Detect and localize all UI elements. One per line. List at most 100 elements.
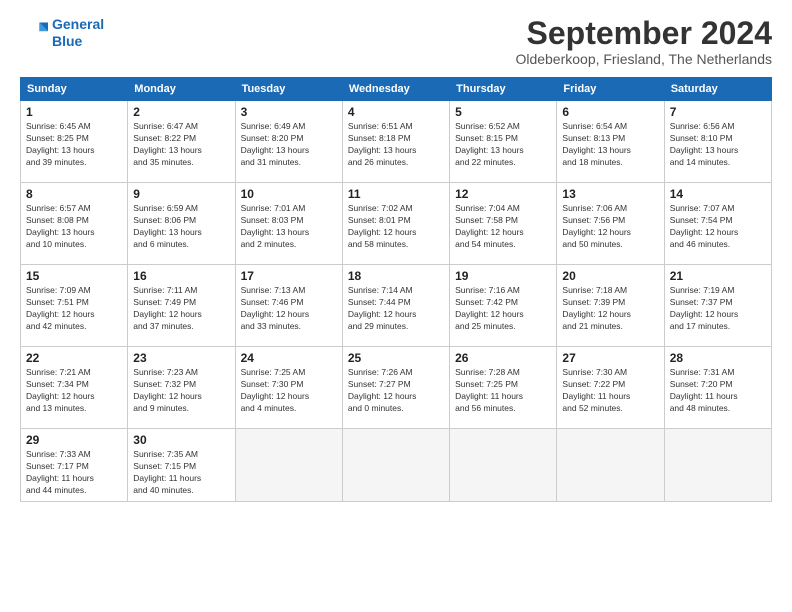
day-number: 29 bbox=[26, 433, 122, 447]
table-row: 27Sunrise: 7:30 AM Sunset: 7:22 PM Dayli… bbox=[557, 347, 664, 429]
table-row: 29 Sunrise: 7:33 AM Sunset: 7:17 PM Dayli… bbox=[21, 429, 128, 502]
day-info: Sunrise: 7:14 AM Sunset: 7:44 PM Dayligh… bbox=[348, 285, 444, 333]
day-number: 12 bbox=[455, 187, 551, 201]
col-monday: Monday bbox=[128, 78, 235, 101]
day-number: 4 bbox=[348, 105, 444, 119]
table-row: 15Sunrise: 7:09 AM Sunset: 7:51 PM Dayli… bbox=[21, 265, 128, 347]
day-number: 7 bbox=[670, 105, 766, 119]
table-row: 26 Sunrise: 7:28 AM Sunset: 7:25 PM Dayli… bbox=[450, 347, 557, 429]
logo-line2: Blue bbox=[52, 33, 82, 49]
day-info: Sunrise: 7:18 AM Sunset: 7:39 PM Dayligh… bbox=[562, 285, 658, 333]
day-info: Sunrise: 6:59 AM Sunset: 8:06 PM Dayligh… bbox=[133, 203, 229, 251]
day-number: 10 bbox=[241, 187, 337, 201]
day-number: 22 bbox=[26, 351, 122, 365]
day-number: 21 bbox=[670, 269, 766, 283]
day-number: 19 bbox=[455, 269, 551, 283]
table-row: 6 Sunrise: 6:54 AM Sunset: 8:13 PM Daylig… bbox=[557, 101, 664, 183]
col-friday: Friday bbox=[557, 78, 664, 101]
table-row bbox=[664, 429, 771, 502]
day-info: Sunrise: 7:35 AM Sunset: 7:15 PM Dayligh… bbox=[133, 449, 229, 497]
col-thursday: Thursday bbox=[450, 78, 557, 101]
table-row bbox=[450, 429, 557, 502]
day-number: 11 bbox=[348, 187, 444, 201]
day-number: 5 bbox=[455, 105, 551, 119]
day-info: Sunrise: 6:52 AM Sunset: 8:15 PM Dayligh… bbox=[455, 121, 551, 169]
day-info: Sunrise: 7:19 AM Sunset: 7:37 PM Dayligh… bbox=[670, 285, 766, 333]
day-number: 20 bbox=[562, 269, 658, 283]
day-number: 24 bbox=[241, 351, 337, 365]
table-row: 16 Sunrise: 7:11 AM Sunset: 7:49 PM Dayli… bbox=[128, 265, 235, 347]
day-info: Sunrise: 7:33 AM Sunset: 7:17 PM Dayligh… bbox=[26, 449, 122, 497]
day-info: Sunrise: 6:45 AM Sunset: 8:25 PM Dayligh… bbox=[26, 121, 122, 169]
day-number: 30 bbox=[133, 433, 229, 447]
day-info: Sunrise: 6:57 AM Sunset: 8:08 PM Dayligh… bbox=[26, 203, 122, 251]
table-row: 4 Sunrise: 6:51 AM Sunset: 8:18 PM Daylig… bbox=[342, 101, 449, 183]
day-info: Sunrise: 7:04 AM Sunset: 7:58 PM Dayligh… bbox=[455, 203, 551, 251]
logo-line1: General bbox=[52, 16, 104, 32]
table-row: 25Sunrise: 7:26 AM Sunset: 7:27 PM Dayli… bbox=[342, 347, 449, 429]
col-saturday: Saturday bbox=[664, 78, 771, 101]
day-number: 6 bbox=[562, 105, 658, 119]
table-row: 10 Sunrise: 7:01 AM Sunset: 8:03 PM Dayli… bbox=[235, 183, 342, 265]
day-info: Sunrise: 7:21 AM Sunset: 7:34 PM Dayligh… bbox=[26, 367, 122, 415]
table-row: 7 Sunrise: 6:56 AM Sunset: 8:10 PM Daylig… bbox=[664, 101, 771, 183]
day-number: 16 bbox=[133, 269, 229, 283]
table-row: 28 Sunrise: 7:31 AM Sunset: 7:20 PM Dayli… bbox=[664, 347, 771, 429]
table-row: 3 Sunrise: 6:49 AM Sunset: 8:20 PM Daylig… bbox=[235, 101, 342, 183]
table-row: 22 Sunrise: 7:21 AM Sunset: 7:34 PM Dayli… bbox=[21, 347, 128, 429]
col-wednesday: Wednesday bbox=[342, 78, 449, 101]
day-info: Sunrise: 7:01 AM Sunset: 8:03 PM Dayligh… bbox=[241, 203, 337, 251]
day-info: Sunrise: 7:02 AM Sunset: 8:01 PM Dayligh… bbox=[348, 203, 444, 251]
day-info: Sunrise: 7:11 AM Sunset: 7:49 PM Dayligh… bbox=[133, 285, 229, 333]
day-number: 3 bbox=[241, 105, 337, 119]
logo-icon bbox=[20, 19, 48, 47]
table-row: 12 Sunrise: 7:04 AM Sunset: 7:58 PM Dayli… bbox=[450, 183, 557, 265]
day-info: Sunrise: 7:09 AM Sunset: 7:51 PM Dayligh… bbox=[26, 285, 122, 333]
day-info: Sunrise: 7:28 AM Sunset: 7:25 PM Dayligh… bbox=[455, 367, 551, 415]
day-number: 25 bbox=[348, 351, 444, 365]
header: General Blue September 2024 Oldeberkoop,… bbox=[20, 16, 772, 67]
day-number: 28 bbox=[670, 351, 766, 365]
table-row bbox=[557, 429, 664, 502]
day-info: Sunrise: 7:31 AM Sunset: 7:20 PM Dayligh… bbox=[670, 367, 766, 415]
subtitle: Oldeberkoop, Friesland, The Netherlands bbox=[515, 51, 772, 67]
day-info: Sunrise: 6:49 AM Sunset: 8:20 PM Dayligh… bbox=[241, 121, 337, 169]
day-info: Sunrise: 6:51 AM Sunset: 8:18 PM Dayligh… bbox=[348, 121, 444, 169]
day-number: 14 bbox=[670, 187, 766, 201]
table-row: 13Sunrise: 7:06 AM Sunset: 7:56 PM Dayli… bbox=[557, 183, 664, 265]
table-row: 21 Sunrise: 7:19 AM Sunset: 7:37 PM Dayli… bbox=[664, 265, 771, 347]
col-sunday: Sunday bbox=[21, 78, 128, 101]
day-number: 18 bbox=[348, 269, 444, 283]
day-info: Sunrise: 7:13 AM Sunset: 7:46 PM Dayligh… bbox=[241, 285, 337, 333]
table-row: 1 Sunrise: 6:45 AM Sunset: 8:25 PM Daylig… bbox=[21, 101, 128, 183]
title-block: September 2024 Oldeberkoop, Friesland, T… bbox=[515, 16, 772, 67]
day-number: 1 bbox=[26, 105, 122, 119]
table-row: 20 Sunrise: 7:18 AM Sunset: 7:39 PM Dayli… bbox=[557, 265, 664, 347]
table-row bbox=[342, 429, 449, 502]
day-info: Sunrise: 7:07 AM Sunset: 7:54 PM Dayligh… bbox=[670, 203, 766, 251]
table-row: 23Sunrise: 7:23 AM Sunset: 7:32 PM Dayli… bbox=[128, 347, 235, 429]
table-row: 14 Sunrise: 7:07 AM Sunset: 7:54 PM Dayli… bbox=[664, 183, 771, 265]
day-info: Sunrise: 7:06 AM Sunset: 7:56 PM Dayligh… bbox=[562, 203, 658, 251]
table-row bbox=[235, 429, 342, 502]
table-row: 5 Sunrise: 6:52 AM Sunset: 8:15 PM Daylig… bbox=[450, 101, 557, 183]
page: General Blue September 2024 Oldeberkoop,… bbox=[0, 0, 792, 612]
table-row: 30 Sunrise: 7:35 AM Sunset: 7:15 PM Dayli… bbox=[128, 429, 235, 502]
day-info: Sunrise: 6:54 AM Sunset: 8:13 PM Dayligh… bbox=[562, 121, 658, 169]
table-row: 18 Sunrise: 7:14 AM Sunset: 7:44 PM Dayli… bbox=[342, 265, 449, 347]
month-title: September 2024 bbox=[515, 16, 772, 51]
day-number: 17 bbox=[241, 269, 337, 283]
table-row: 8Sunrise: 6:57 AM Sunset: 8:08 PM Daylig… bbox=[21, 183, 128, 265]
table-row: 24 Sunrise: 7:25 AM Sunset: 7:30 PM Dayli… bbox=[235, 347, 342, 429]
table-row: 9Sunrise: 6:59 AM Sunset: 8:06 PM Daylig… bbox=[128, 183, 235, 265]
table-row: 19Sunrise: 7:16 AM Sunset: 7:42 PM Dayli… bbox=[450, 265, 557, 347]
calendar-header-row: Sunday Monday Tuesday Wednesday Thursday… bbox=[21, 78, 772, 101]
day-number: 2 bbox=[133, 105, 229, 119]
day-number: 26 bbox=[455, 351, 551, 365]
logo-text: General Blue bbox=[52, 16, 104, 50]
day-info: Sunrise: 7:25 AM Sunset: 7:30 PM Dayligh… bbox=[241, 367, 337, 415]
table-row: 2Sunrise: 6:47 AM Sunset: 8:22 PM Daylig… bbox=[128, 101, 235, 183]
day-info: Sunrise: 6:56 AM Sunset: 8:10 PM Dayligh… bbox=[670, 121, 766, 169]
calendar: Sunday Monday Tuesday Wednesday Thursday… bbox=[20, 77, 772, 502]
day-number: 23 bbox=[133, 351, 229, 365]
